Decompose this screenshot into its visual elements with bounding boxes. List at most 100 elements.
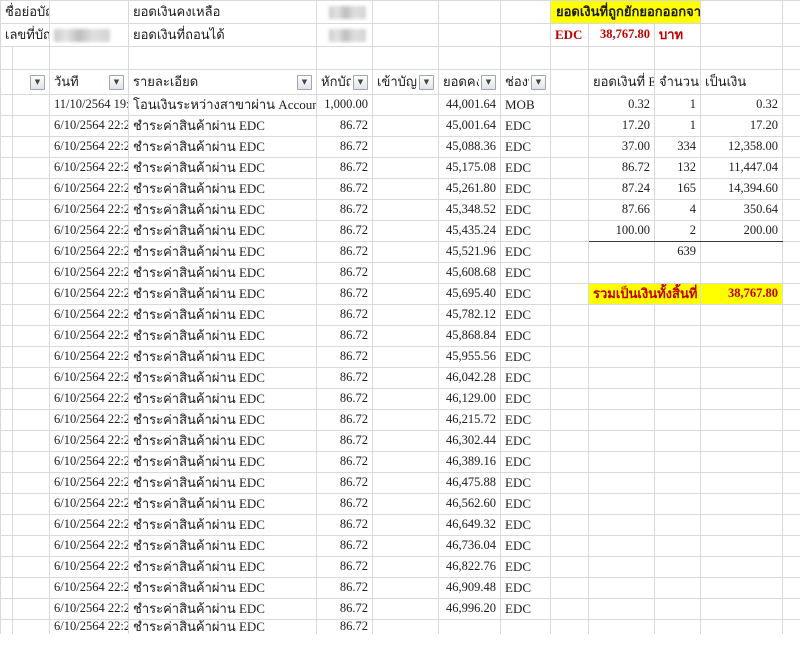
cell-total[interactable]: 200.00 [701,221,783,242]
cell[interactable] [13,599,50,620]
cell[interactable] [701,326,783,347]
cell[interactable] [13,284,50,305]
cell-channel[interactable]: EDC [501,578,551,599]
summary-total-label[interactable]: รวมเป็นเงินทั้งสิ้นที่ EDC [589,284,701,305]
cell-details[interactable]: ชำระค่าสินค้าผ่าน EDC [129,578,317,599]
cell-credit[interactable] [373,305,439,326]
cell-balance[interactable]: 46,475.88 [439,473,501,494]
column-header-edge[interactable] [783,70,800,95]
cell-edc-amount[interactable]: 17.20 [589,116,655,137]
cell[interactable] [701,347,783,368]
cell-details[interactable]: ชำระค่าสินค้าผ่าน EDC [129,368,317,389]
cell[interactable] [551,452,589,473]
cell-credit[interactable] [373,452,439,473]
cell-date[interactable]: 6/10/2564 22:24 [50,473,129,494]
cell[interactable] [1,452,13,473]
cell-channel[interactable]: EDC [501,137,551,158]
cell[interactable] [701,410,783,431]
cell-balance[interactable]: 45,782.12 [439,305,501,326]
cell[interactable] [551,95,589,116]
cell-date[interactable]: 6/10/2564 22:29 [50,116,129,137]
cell[interactable] [373,1,439,24]
cell-details[interactable]: โอนเงินระหว่างสาขาผ่าน Account Transfer [129,95,317,116]
cell[interactable] [551,326,589,347]
column-header-filter-col[interactable]: ▼ [13,70,50,95]
cell-balance[interactable]: 46,389.16 [439,452,501,473]
cell[interactable] [655,473,701,494]
cell-channel[interactable]: EDC [501,263,551,284]
cell-debit[interactable]: 86.72 [317,578,373,599]
cell-details[interactable]: ชำระค่าสินค้าผ่าน EDC [129,599,317,620]
cell-credit[interactable] [373,557,439,578]
cell-channel[interactable]: EDC [501,305,551,326]
cell-details[interactable]: ชำระค่าสินค้าผ่าน EDC [129,263,317,284]
cell-debit[interactable]: 86.72 [317,410,373,431]
column-header-date[interactable]: วันที่▼ [50,70,129,95]
cell[interactable] [589,431,655,452]
cell[interactable] [655,326,701,347]
cell-credit[interactable] [373,137,439,158]
cell[interactable] [551,47,589,70]
cell[interactable] [50,1,129,24]
cell-total[interactable]: 350.64 [701,200,783,221]
cell-details[interactable]: ชำระค่าสินค้าผ่าน EDC [129,116,317,137]
cell-date[interactable]: 6/10/2564 22:25 [50,368,129,389]
cell[interactable] [13,305,50,326]
cell-details[interactable]: ชำระค่าสินค้าผ่าน EDC [129,557,317,578]
cell-details[interactable]: ชำระค่าสินค้าผ่าน EDC [129,158,317,179]
cell-details[interactable]: ชำระค่าสินค้าผ่าน EDC [129,389,317,410]
cell[interactable] [783,24,800,47]
cell[interactable] [1,347,13,368]
cell[interactable] [701,578,783,599]
cell[interactable] [589,410,655,431]
cell[interactable] [551,389,589,410]
cell-details[interactable]: ชำระค่าสินค้าผ่าน EDC [129,179,317,200]
cell[interactable] [701,599,783,620]
cell[interactable] [317,24,373,47]
cell[interactable] [1,494,13,515]
column-header-count[interactable]: จำนวนครั้ง [655,70,701,95]
cell[interactable] [373,24,439,47]
cell-debit[interactable]: 86.72 [317,599,373,620]
cell[interactable] [589,515,655,536]
cell-count[interactable]: 1 [655,95,701,116]
cell-date[interactable]: 6/10/2564 22:23 [50,578,129,599]
column-header-credit[interactable]: เข้าบัญชี▼ [373,70,439,95]
cell[interactable] [13,473,50,494]
cell[interactable] [13,263,50,284]
cell-debit[interactable]: 86.72 [317,536,373,557]
filter-dropdown-icon[interactable]: ▼ [531,75,546,90]
cell[interactable] [589,557,655,578]
cell[interactable] [701,305,783,326]
cell[interactable] [1,116,13,137]
cell[interactable] [13,158,50,179]
cell[interactable] [655,47,701,70]
cell-balance[interactable]: 46,909.48 [439,578,501,599]
cell-date[interactable]: 6/10/2564 22:28 [50,158,129,179]
cell-date[interactable]: 6/10/2564 22:23 [50,599,129,620]
cell-balance[interactable]: 45,175.08 [439,158,501,179]
cell[interactable] [13,494,50,515]
cell-credit[interactable] [373,410,439,431]
cell[interactable] [13,95,50,116]
cell[interactable] [701,242,783,263]
cell-balance[interactable]: 46,562.60 [439,494,501,515]
cell[interactable] [589,536,655,557]
cell-date[interactable]: 6/10/2564 22:24 [50,515,129,536]
cell[interactable] [13,452,50,473]
cell[interactable] [439,24,501,47]
cell-debit[interactable]: 86.72 [317,557,373,578]
cell-debit[interactable]: 86.72 [317,347,373,368]
cell[interactable] [13,557,50,578]
cell[interactable] [783,515,800,536]
cell[interactable] [783,137,800,158]
cell-balance[interactable]: 46,129.00 [439,389,501,410]
cell-count[interactable]: 2 [655,221,701,242]
cell[interactable] [551,158,589,179]
withdrawable-label[interactable]: ยอดเงินที่ถอนได้ [129,24,317,47]
cell[interactable] [655,410,701,431]
cell[interactable] [13,368,50,389]
cell-channel[interactable]: EDC [501,515,551,536]
cell[interactable] [589,326,655,347]
cell-channel[interactable]: EDC [501,326,551,347]
